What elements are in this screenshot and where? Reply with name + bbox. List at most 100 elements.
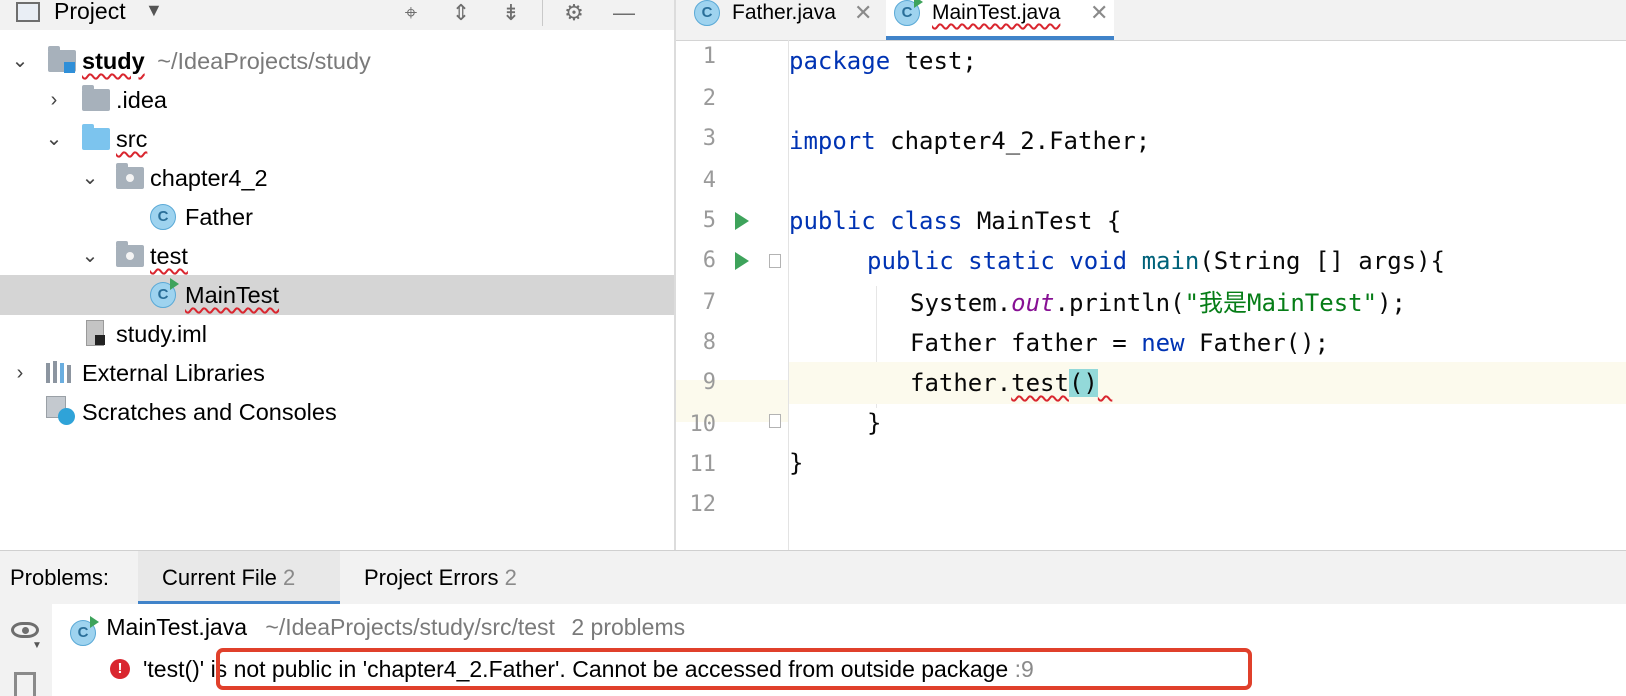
runnable-class-icon: C <box>150 278 179 308</box>
collapse-all-icon[interactable]: ⇟ <box>496 0 526 28</box>
locate-icon[interactable]: ⌖ <box>396 0 426 28</box>
run-icon[interactable] <box>735 212 749 230</box>
editor-tab-bar: C Father.java ✕ C MainTest.java ✕ <box>676 0 1626 41</box>
line-number: 10 <box>689 412 717 437</box>
eye-icon[interactable] <box>11 622 39 638</box>
line-number: 12 <box>689 492 717 517</box>
code-line-5: public class MainTest { <box>789 200 1121 242</box>
code-text: father. <box>910 369 1012 397</box>
tree-item-label: study <box>82 48 145 74</box>
source-folder-icon <box>82 124 110 150</box>
tree-item-scratches[interactable]: Scratches and Consoles <box>0 392 674 432</box>
chevron-down-icon[interactable]: ▼ <box>32 640 42 651</box>
tree-item-chapter4_2[interactable]: ⌄ chapter4_2 <box>0 158 674 198</box>
chevron-down-icon[interactable]: ⌄ <box>80 236 100 276</box>
class-icon: C <box>694 0 720 26</box>
code-text: (String [] args){ <box>1199 247 1445 275</box>
module-folder-icon <box>48 46 76 73</box>
close-icon[interactable]: ✕ <box>1090 0 1108 26</box>
tab-label: Current File <box>162 565 277 590</box>
code-keyword: void <box>1069 247 1128 275</box>
tree-item-label: chapter4_2 <box>150 165 268 191</box>
line-number: 4 <box>702 168 716 193</box>
code-keyword: new <box>1141 329 1185 357</box>
chevron-down-icon[interactable]: ⌄ <box>44 119 64 159</box>
missing-semicolon-marker <box>1098 369 1112 397</box>
project-view-icon <box>16 2 40 22</box>
tab-label: Father.java <box>732 1 836 24</box>
chevron-down-icon[interactable]: ▼ <box>145 0 163 21</box>
chevron-right-icon[interactable]: › <box>44 80 64 120</box>
tab-count: 2 <box>504 565 517 590</box>
tree-item-src[interactable]: ⌄ src <box>0 119 674 159</box>
tree-item-test[interactable]: ⌄ test <box>0 236 674 276</box>
gear-icon[interactable]: ⚙ <box>559 0 589 28</box>
runnable-class-icon: C <box>70 616 99 646</box>
tree-item-study-iml[interactable]: study.iml <box>0 314 674 354</box>
tree-item-maintest[interactable]: C MainTest <box>0 275 674 315</box>
folder-icon <box>82 85 110 111</box>
header-divider <box>542 0 543 26</box>
tree-item-label: Father <box>185 204 253 230</box>
code-keyword: import <box>789 127 876 155</box>
code-line-10: } <box>867 409 882 437</box>
preview-icon[interactable] <box>14 672 36 696</box>
code-keyword: public <box>789 207 876 235</box>
runnable-class-icon: C <box>894 0 923 26</box>
line-number: 11 <box>689 452 717 477</box>
code-line-6: public static void main(String [] args){ <box>867 240 1445 282</box>
module-badge-icon <box>64 62 75 73</box>
code-keyword: class <box>890 207 963 235</box>
error-icon: ! <box>110 659 130 679</box>
fold-end-icon[interactable] <box>769 414 781 428</box>
problems-label: Problems: <box>10 565 110 590</box>
tree-item-external-libraries[interactable]: › External Libraries <box>0 353 674 393</box>
line-number: 5 <box>702 208 716 233</box>
minimize-icon[interactable]: — <box>609 0 639 28</box>
line-number: 7 <box>702 290 716 315</box>
code-line-3: import chapter4_2.Father; <box>789 120 1150 162</box>
tree-item-label: src <box>116 126 148 152</box>
tree-item-label: .idea <box>116 87 167 113</box>
tab-father-java[interactable]: C Father.java ✕ <box>686 0 876 40</box>
problems-file-row[interactable]: C MainTest.java ~/IdeaProjects/study/src… <box>70 610 686 646</box>
code-editor[interactable]: package test; import chapter4_2.Father; … <box>789 40 1626 550</box>
project-panel-header: Project ▼ ⌖ ⇕ ⇟ ⚙ — <box>0 0 674 30</box>
expand-all-icon[interactable]: ⇕ <box>446 0 476 28</box>
project-panel-title[interactable]: Project <box>54 0 126 25</box>
code-line-9: father.test() <box>789 362 1626 404</box>
fold-start-icon[interactable] <box>769 254 781 268</box>
code-paren-match: () <box>1068 369 1098 397</box>
tab-count: 2 <box>283 565 296 590</box>
code-text: System. <box>910 289 1012 317</box>
library-icon <box>46 361 74 383</box>
code-error: test <box>1011 369 1069 397</box>
chevron-down-icon[interactable]: ⌄ <box>80 158 100 198</box>
tree-item-father[interactable]: C Father <box>0 197 674 237</box>
tree-item-path: ~/IdeaProjects/study <box>157 48 371 74</box>
tree-item-label: study.iml <box>116 321 207 347</box>
editor-gutter[interactable]: 1 2 3 4 5 6 7 8 9 10 11 12 <box>676 40 789 550</box>
code-text: ); <box>1377 289 1406 317</box>
tree-item-label: Scratches and Consoles <box>82 399 337 425</box>
package-icon <box>116 241 144 267</box>
problems-file-count: 2 problems <box>571 614 686 640</box>
line-number: 1 <box>702 44 716 69</box>
tree-item-study[interactable]: ⌄ study ~/IdeaProjects/study <box>0 41 674 81</box>
chevron-right-icon[interactable]: › <box>10 353 30 393</box>
code-line-1: package test; <box>789 40 977 82</box>
line-number: 2 <box>702 86 716 111</box>
code-keyword: public <box>867 247 954 275</box>
line-number: 6 <box>702 248 716 273</box>
annotation-highlight-box <box>216 648 1252 690</box>
tab-project-errors[interactable]: Project Errors 2 <box>364 551 517 605</box>
tab-current-file[interactable]: Current File 2 <box>138 551 340 605</box>
code-line-11: } <box>789 449 804 477</box>
tree-item-idea[interactable]: › .idea <box>0 80 674 120</box>
close-icon[interactable]: ✕ <box>854 0 872 26</box>
chevron-down-icon[interactable]: ⌄ <box>10 41 30 81</box>
problems-file-name: MainTest.java <box>106 614 248 640</box>
run-icon[interactable] <box>735 252 749 270</box>
project-tree: ⌄ study ~/IdeaProjects/study › .idea ⌄ s… <box>0 40 674 550</box>
tab-maintest-java[interactable]: C MainTest.java ✕ <box>886 0 1114 40</box>
